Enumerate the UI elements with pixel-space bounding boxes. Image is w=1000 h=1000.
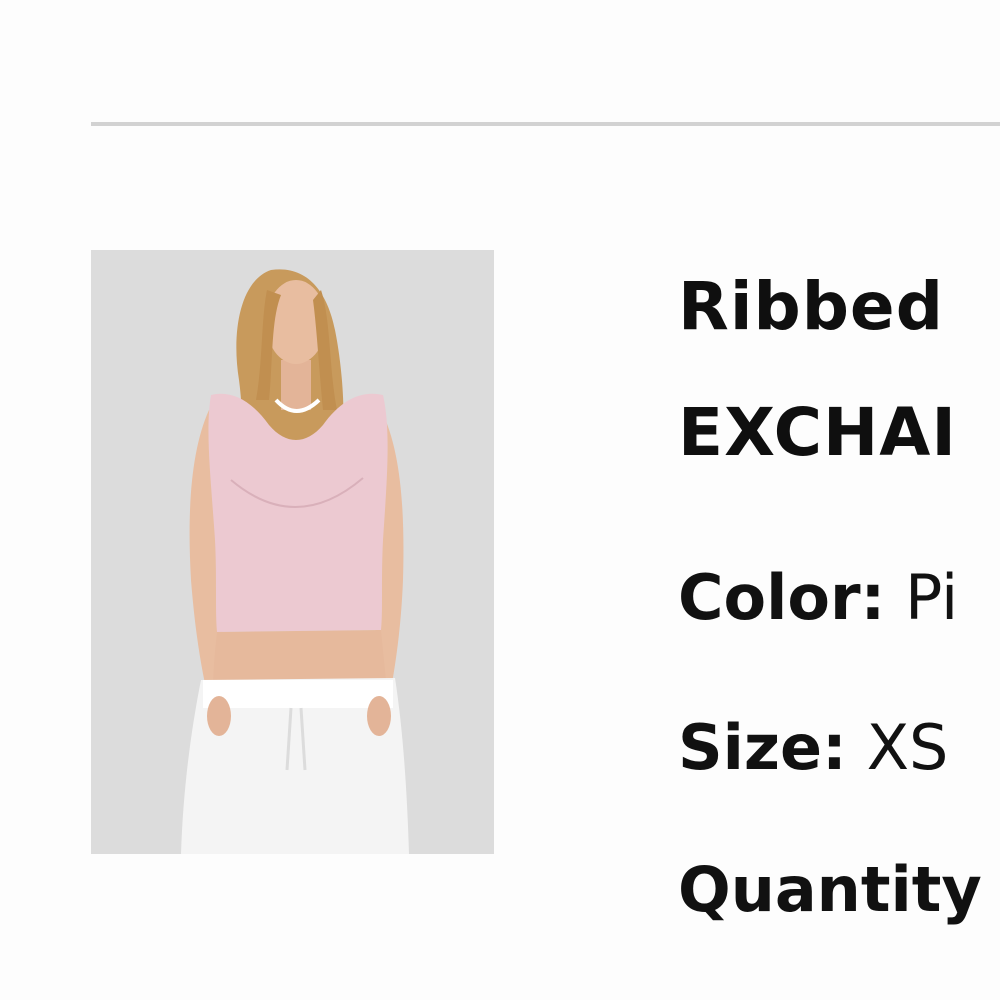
- section-divider: [91, 122, 1000, 126]
- product-title-line-2[interactable]: EXCHAI: [678, 400, 957, 466]
- quantity-label: Quantity: [678, 853, 982, 926]
- order-item-page: Ribbed EXCHAI Color: Pi Size: XS Quantit…: [0, 0, 1000, 1000]
- product-details: Ribbed EXCHAI Color: Pi Size: XS Quantit…: [678, 262, 1000, 962]
- quantity-attribute: Quantity: [678, 859, 982, 921]
- size-value: XS: [866, 711, 949, 784]
- product-photo-illustration: [91, 250, 494, 854]
- size-attribute: Size: XS: [678, 717, 948, 779]
- color-value: Pi: [905, 561, 959, 634]
- product-image[interactable]: [91, 250, 494, 854]
- product-title-line-1[interactable]: Ribbed: [678, 274, 944, 340]
- size-label: Size:: [678, 711, 847, 784]
- color-label: Color:: [678, 561, 886, 634]
- color-attribute: Color: Pi: [678, 567, 958, 629]
